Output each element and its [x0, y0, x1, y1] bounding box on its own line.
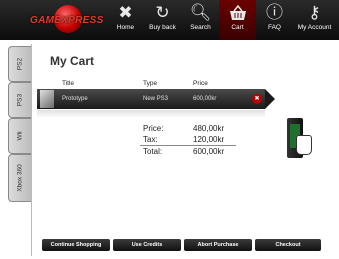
nav-search[interactable]: 🔍︎ Search	[182, 0, 219, 40]
row-reflection	[37, 110, 265, 118]
tax-value: 120,00kr	[193, 135, 225, 144]
abort-purchase-button[interactable]: Abort Purchase	[184, 239, 252, 251]
price-label: Price:	[143, 124, 164, 133]
use-credits-button[interactable]: Use Credits	[113, 239, 181, 251]
nav-my-account-label: My Account	[297, 24, 332, 31]
total-value: 600,00kr	[193, 147, 225, 156]
tab-wii[interactable]: Wii	[8, 118, 31, 154]
column-header-price: Price	[193, 80, 208, 87]
tab-xbox-360[interactable]: Xbox 360	[8, 154, 31, 202]
hand-icon	[296, 135, 312, 155]
nav-cart[interactable]: Cart	[219, 0, 256, 40]
basket-icon	[219, 0, 256, 24]
x-icon: ✖	[118, 3, 133, 22]
cart-item-price: 600,00kr	[193, 96, 217, 102]
top-nav-bar: GAMEXPRESS ✖ Home ↻ Buy back 🔍︎ Search C…	[0, 0, 339, 40]
summary-divider	[140, 145, 236, 146]
magnifier-icon: 🔍︎	[189, 3, 212, 22]
logo-text: GAMEXPRESS	[30, 15, 104, 26]
key-icon: ⚷	[308, 3, 321, 22]
nav-home[interactable]: ✖ Home	[107, 0, 144, 40]
cart-item-title: Prototype	[62, 96, 88, 102]
price-value: 480,00kr	[193, 124, 225, 133]
cart-item-type: New PS3	[143, 96, 169, 102]
tab-wii-label: Wii	[16, 131, 24, 141]
product-thumbnail	[40, 90, 54, 108]
nav-buy-back[interactable]: ↻ Buy back	[144, 0, 181, 40]
nav-my-account[interactable]: ⚷ My Account	[296, 0, 333, 40]
remove-item-button[interactable]: ✖	[252, 94, 262, 104]
tab-ps3[interactable]: PS3	[8, 82, 31, 118]
continue-shopping-button[interactable]: Continue Shopping	[42, 239, 110, 251]
tab-ps3-label: PS3	[16, 93, 24, 107]
nav-faq[interactable]: ⓘ FAQ	[256, 0, 293, 40]
tab-ps2[interactable]: PS2	[8, 46, 31, 82]
column-header-title: Title	[62, 80, 75, 87]
tab-ps2-label: PS2	[16, 57, 24, 71]
checkout-button[interactable]: Checkout	[255, 239, 321, 251]
tax-label: Tax:	[143, 135, 158, 144]
info-icon: ⓘ	[266, 3, 283, 22]
page-title: My Cart	[50, 54, 95, 68]
chevron-right-icon[interactable]: ❯	[268, 87, 285, 109]
tab-xbox-360-label: Xbox 360	[16, 164, 24, 192]
refresh-icon: ↻	[155, 3, 170, 22]
total-label: Total:	[143, 147, 163, 156]
column-header-type: Type	[143, 80, 158, 87]
